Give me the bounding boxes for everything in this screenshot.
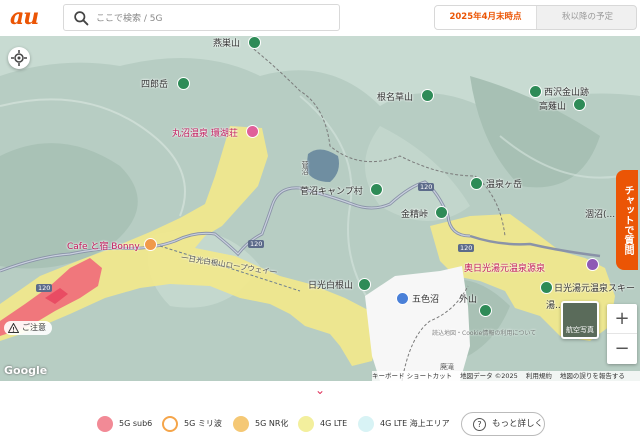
attrib-data: 地図データ ©2025 (460, 372, 518, 380)
place-label[interactable]: 日光白根山 (308, 278, 353, 291)
warning-icon (8, 322, 19, 333)
zoom-control: + − (607, 304, 637, 364)
satellite-label: 航空写真 (566, 326, 594, 334)
more-details-button[interactable]: ? もっと詳しく (461, 412, 545, 436)
place-label[interactable]: 涸沼(... (585, 207, 615, 220)
place-label[interactable]: Cafe と宿 Bonny (67, 239, 140, 252)
place-label[interactable]: 四郎岳 (141, 77, 168, 90)
app-root: au ここで検索 / 5G 2025年4月末時点 秋以降の予定 燕巣山 四郎岳 … (0, 0, 640, 445)
legend-label: 5G ミリ波 (184, 419, 222, 428)
legend-label: 5G NR化 (255, 419, 289, 428)
coverage-map[interactable]: 燕巣山 四郎岳 根名草山 西沢金山跡 高薙山 丸沼温泉 環湖荘 菅沼 菅沼キャン… (0, 36, 640, 381)
au-logo[interactable]: au (10, 4, 39, 30)
place-label[interactable]: 根名草山 (377, 90, 413, 103)
google-logo: Google (4, 364, 48, 377)
legend-label: 4G LTE (320, 419, 348, 428)
faint-overlay-text: 読込地図・Cookie情報の利用について (432, 330, 537, 337)
place-label[interactable]: 金精峠 (401, 207, 428, 220)
place-label[interactable]: 日光湯元温泉スキー (554, 281, 635, 294)
place-label[interactable]: 温泉ヶ岳 (486, 177, 522, 190)
cafe-pin-icon[interactable] (144, 238, 157, 251)
attrib-terms[interactable]: 利用規約 (526, 372, 552, 380)
locate-button[interactable] (8, 47, 30, 69)
lake-pin-icon[interactable] (396, 292, 409, 305)
ski-pin-icon[interactable] (540, 281, 553, 294)
mountain-pin-icon[interactable] (573, 98, 586, 111)
notice-button[interactable]: ご注意 (4, 321, 52, 335)
mountain-pin-icon[interactable] (479, 304, 492, 317)
hotel-pin-icon[interactable] (246, 125, 259, 138)
route-shield: 120 (36, 284, 53, 292)
attrib-report[interactable]: 地図の誤りを報告する (560, 372, 625, 380)
place-label[interactable]: 丸沼温泉 環湖荘 (172, 126, 238, 139)
legend-label: 5G sub6 (119, 419, 153, 428)
map-attribution: キーボード ショートカット 地図データ ©2025 利用規約 地図の誤りを報告す… (372, 371, 640, 381)
place-label[interactable]: 外山 (459, 292, 477, 305)
place-label[interactable]: 高薙山 (539, 99, 566, 112)
attrib-shortcuts[interactable]: キーボード ショートカット (372, 372, 452, 380)
route-shield: 120 (458, 244, 475, 252)
mountain-pin-icon[interactable] (470, 177, 483, 190)
place-label[interactable]: 燕巣山 (213, 36, 240, 49)
coverage-legend: 5G sub6 5G ミリ波 5G NR化 4G LTE 4G LTE 海上エリ… (0, 405, 640, 445)
mountain-pin-icon[interactable] (248, 36, 261, 49)
search-input[interactable]: ここで検索 / 5G (96, 11, 162, 24)
tunnel-pin-icon[interactable] (435, 206, 448, 219)
legend-swatch (358, 416, 374, 432)
camp-pin-icon[interactable] (370, 183, 383, 196)
question-icon: ? (473, 418, 486, 431)
mountain-pin-icon[interactable] (358, 278, 371, 291)
zoom-out-button[interactable]: − (607, 334, 637, 364)
more-details-label: もっと詳しく (492, 419, 544, 429)
period-tabs: 2025年4月末時点 秋以降の予定 (434, 5, 637, 30)
chat-button[interactable]: チャットで質問 (616, 170, 638, 270)
search-box[interactable]: ここで検索 / 5G (63, 4, 340, 31)
lake-label: 菅沼 (301, 161, 309, 175)
place-label[interactable]: 西沢金山跡 (544, 85, 589, 98)
mountain-pin-icon[interactable] (421, 89, 434, 102)
place-label[interactable]: 五色沼 (412, 292, 439, 305)
chevron-down-icon[interactable]: ⌄ (313, 383, 327, 397)
tab-current[interactable]: 2025年4月末時点 (435, 6, 537, 29)
route-shield: 120 (248, 240, 265, 248)
tab-future[interactable]: 秋以降の予定 (537, 6, 636, 29)
historic-pin-icon[interactable] (529, 85, 542, 98)
legend-label: 4G LTE 海上エリア (380, 419, 450, 428)
place-label[interactable]: 菅沼キャンプ村 (300, 184, 363, 197)
legend-swatch (97, 416, 113, 432)
hotspring-pin-icon[interactable] (586, 258, 599, 271)
notice-label: ご注意 (22, 323, 46, 332)
search-icon (74, 11, 89, 26)
top-header: au ここで検索 / 5G 2025年4月末時点 秋以降の予定 (0, 0, 640, 36)
route-shield: 120 (418, 183, 435, 191)
zoom-in-button[interactable]: + (607, 304, 637, 334)
legend-swatch (233, 416, 249, 432)
satellite-toggle[interactable]: 航空写真 (561, 301, 599, 339)
mmwave-icon (162, 416, 178, 432)
place-label[interactable]: 奥日光湯元温泉源泉 (464, 261, 545, 274)
mountain-pin-icon[interactable] (177, 77, 190, 90)
crosshair-icon (11, 50, 27, 66)
legend-swatch (298, 416, 314, 432)
